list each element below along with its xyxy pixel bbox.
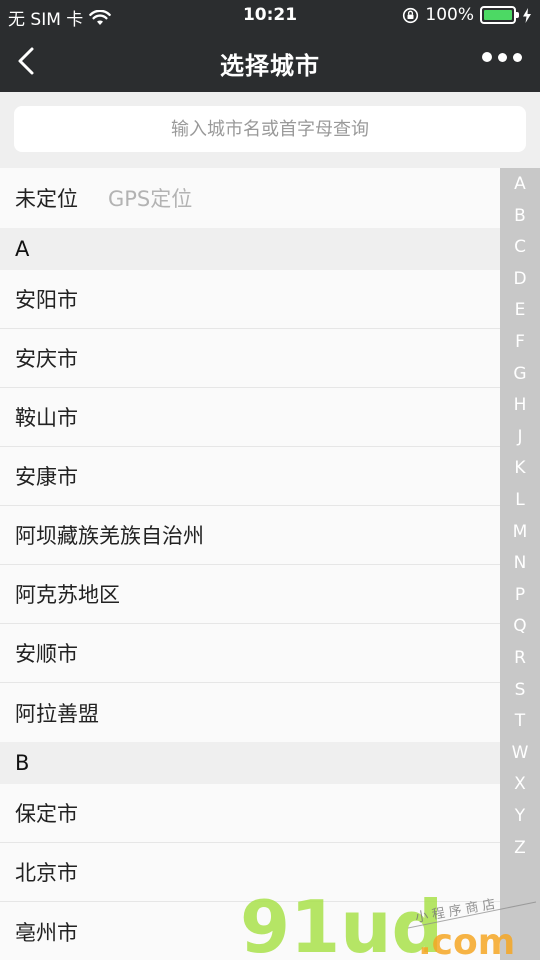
index-letter-r[interactable]: R: [500, 648, 540, 668]
search-input[interactable]: [14, 106, 526, 152]
more-dots-icon[interactable]: [482, 52, 522, 62]
index-letter-l[interactable]: L: [500, 490, 540, 510]
city-item[interactable]: 亳州市: [0, 902, 500, 960]
city-item[interactable]: 阿拉善盟: [0, 683, 500, 742]
city-item[interactable]: 安顺市: [0, 624, 500, 683]
index-letter-p[interactable]: P: [500, 585, 540, 605]
more-dot: [513, 52, 522, 62]
more-dot: [482, 52, 492, 62]
group-header-b: B: [0, 742, 500, 784]
index-letter-w[interactable]: W: [500, 743, 540, 763]
battery-fill: [484, 10, 512, 20]
rotation-lock-icon: [403, 7, 419, 23]
gps-locate-button[interactable]: GPS定位: [108, 183, 192, 213]
index-letter-s[interactable]: S: [500, 680, 540, 700]
index-letter-e[interactable]: E: [500, 300, 540, 320]
city-item[interactable]: 北京市: [0, 843, 500, 902]
charging-bolt-icon: [523, 7, 531, 23]
search-area: [0, 92, 540, 168]
index-letter-a[interactable]: A: [500, 174, 540, 194]
city-item[interactable]: 阿克苏地区: [0, 565, 500, 624]
city-item[interactable]: 安庆市: [0, 329, 500, 388]
index-letter-d[interactable]: D: [500, 269, 540, 289]
page-title: 选择城市: [220, 52, 320, 80]
city-list[interactable]: 未定位 GPS定位 A 安阳市 安庆市 鞍山市 安康市 阿坝藏族羌族自治州 阿克…: [0, 168, 500, 960]
battery-percent: 100%: [425, 5, 474, 25]
more-dot: [498, 52, 507, 62]
index-letter-m[interactable]: M: [500, 522, 540, 542]
group-header-a: A: [0, 228, 500, 270]
index-letter-n[interactable]: N: [500, 553, 540, 573]
index-letter-z[interactable]: Z: [500, 838, 540, 858]
location-status: 未定位: [15, 187, 78, 211]
battery-icon: [480, 6, 519, 24]
status-right: 100%: [402, 5, 532, 25]
index-letter-t[interactable]: T: [500, 711, 540, 731]
index-letter-j[interactable]: J: [500, 427, 540, 447]
index-letter-x[interactable]: X: [500, 774, 540, 794]
index-letter-h[interactable]: H: [500, 395, 540, 415]
index-letter-c[interactable]: C: [500, 237, 540, 257]
nav-bar: 选择城市: [0, 30, 540, 92]
city-item[interactable]: 保定市: [0, 784, 500, 843]
index-letter-f[interactable]: F: [500, 332, 540, 352]
alphabet-index-bar[interactable]: ABCDEFGHJKLMNPQRSTWXYZ: [500, 168, 540, 960]
status-bar: 无 SIM 卡 10:21 100%: [0, 0, 540, 30]
city-item[interactable]: 阿坝藏族羌族自治州: [0, 506, 500, 565]
city-item[interactable]: 鞍山市: [0, 388, 500, 447]
index-letter-y[interactable]: Y: [500, 806, 540, 826]
index-letter-k[interactable]: K: [500, 458, 540, 478]
index-letter-g[interactable]: G: [500, 364, 540, 384]
index-letter-b[interactable]: B: [500, 206, 540, 226]
city-item[interactable]: 安阳市: [0, 270, 500, 329]
city-item[interactable]: 安康市: [0, 447, 500, 506]
index-letter-q[interactable]: Q: [500, 616, 540, 636]
location-row: 未定位 GPS定位: [0, 168, 500, 228]
